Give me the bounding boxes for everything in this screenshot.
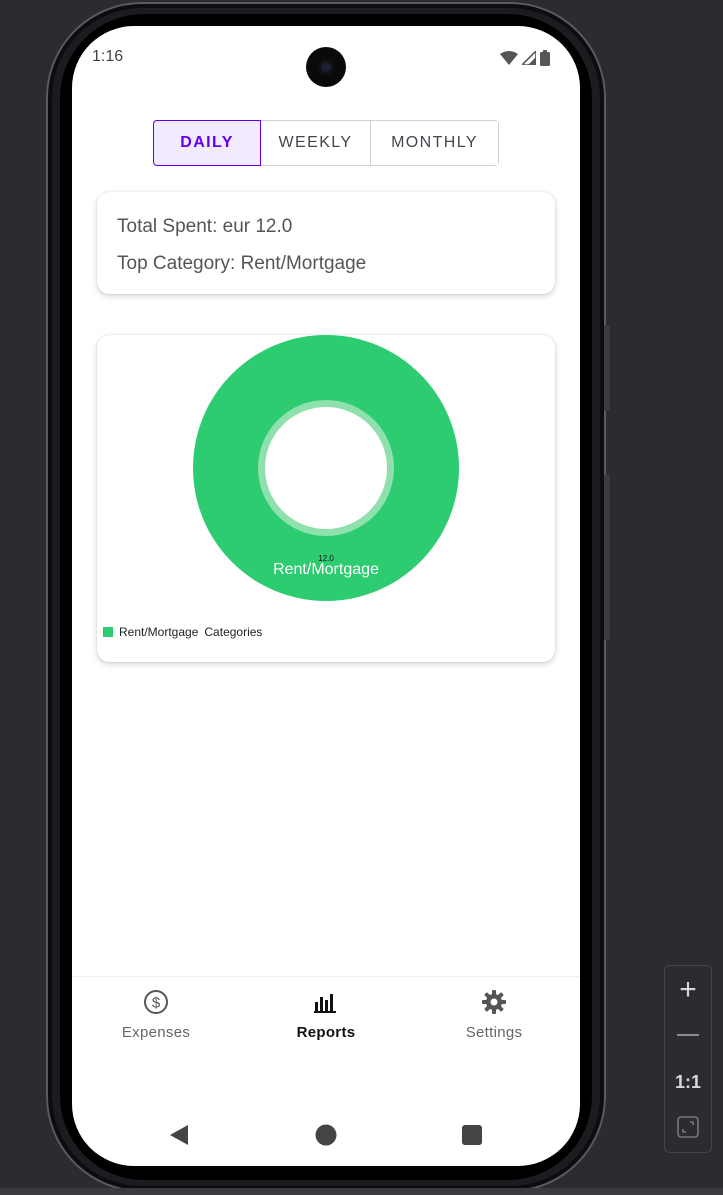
- tab-daily[interactable]: DAILY: [153, 120, 261, 166]
- legend-swatch: [103, 627, 113, 637]
- zoom-reset-button[interactable]: 1:1: [665, 1072, 711, 1093]
- fit-screen-icon[interactable]: [665, 1116, 711, 1143]
- slice-category-label: Rent/Mortgage: [273, 561, 379, 578]
- pie-chart[interactable]: 12.0Rent/Mortgage: [97, 335, 555, 625]
- device-screen: 1:16 DAILY WEEKLY MONTHLY Total Spent: e…: [72, 26, 580, 1166]
- emulator-bottom-strip: [0, 1188, 723, 1195]
- zoom-in-icon[interactable]: +: [665, 974, 711, 1006]
- bar-chart-icon: [314, 994, 336, 1013]
- nav-settings-label: Settings: [465, 1024, 523, 1041]
- bottom-navigation: $ Expenses Reports Settings: [72, 976, 580, 1067]
- home-button[interactable]: [315, 1124, 337, 1146]
- legend-entry-label: Rent/Mortgage: [119, 625, 199, 639]
- nav-reports[interactable]: Reports: [266, 989, 386, 1041]
- top-category-text: Top Category: Rent/Mortgage: [117, 253, 367, 274]
- nav-reports-label: Reports: [296, 1024, 356, 1041]
- status-icons: [500, 50, 550, 66]
- status-time: 1:16: [92, 48, 124, 65]
- chart-legend: Rent/Mortgage Categories: [103, 625, 262, 639]
- battery-icon: [540, 50, 550, 66]
- chart-card: 12.0 Rent/Mortgage Rent/Mortgage Categori…: [97, 335, 555, 662]
- dollar-circle-icon: $: [144, 990, 168, 1014]
- donut-hole: [265, 407, 387, 529]
- nav-expenses[interactable]: $ Expenses: [96, 989, 216, 1041]
- nav-settings[interactable]: Settings: [434, 989, 554, 1041]
- volume-button: [604, 325, 610, 411]
- back-button[interactable]: [168, 1124, 190, 1146]
- tab-weekly[interactable]: WEEKLY: [261, 121, 371, 165]
- summary-card: Total Spent: eur 12.0 Top Category: Rent…: [97, 192, 555, 294]
- front-camera: [306, 47, 346, 87]
- tab-monthly[interactable]: MONTHLY: [371, 121, 498, 165]
- emulator-zoom-panel: + 1:1: [664, 965, 712, 1153]
- gear-icon: [482, 990, 506, 1014]
- zoom-out-icon[interactable]: [665, 1018, 711, 1036]
- legend-title: Categories: [204, 625, 263, 639]
- total-spent-text: Total Spent: eur 12.0: [117, 216, 293, 237]
- period-selector: DAILY WEEKLY MONTHLY: [153, 120, 499, 166]
- svg-text:$: $: [152, 995, 161, 1012]
- wifi-icon: [500, 51, 518, 65]
- nav-expenses-label: Expenses: [121, 1024, 191, 1041]
- recents-button[interactable]: [461, 1124, 483, 1146]
- power-button: [604, 475, 610, 640]
- signal-icon: [522, 51, 536, 65]
